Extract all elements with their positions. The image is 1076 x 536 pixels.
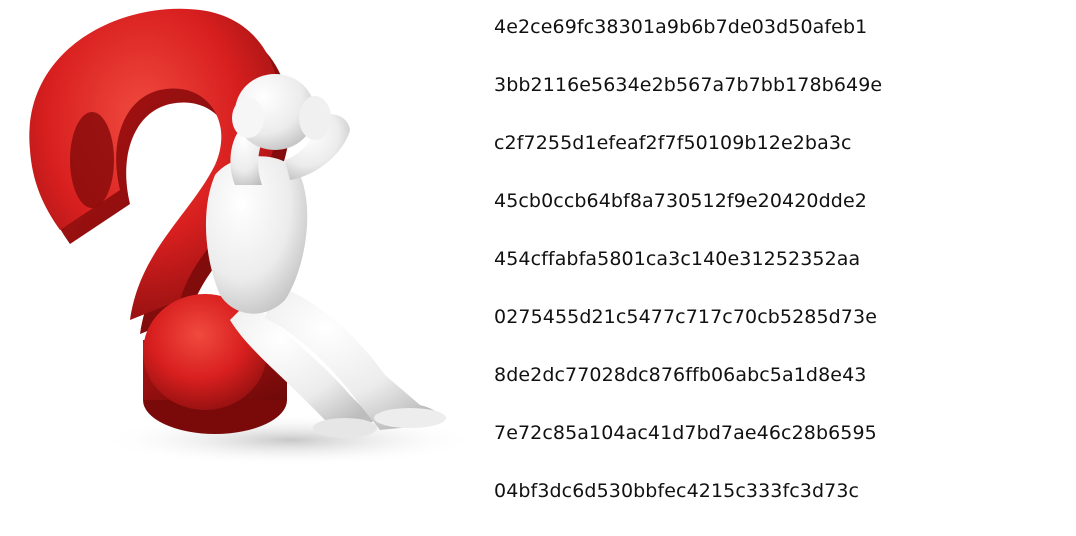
hash-line: 45cb0ccb64bf8a730512f9e20420dde2 (494, 190, 867, 212)
hash-line: 4e2ce69fc38301a9b6b7de03d50afeb1 (494, 16, 868, 38)
hash-line: 0275455d21c5477c717c70cb5285d73e (494, 306, 877, 328)
hash-line: 7e72c85a104ac41d7bd7ae46c28b6595 (494, 422, 877, 444)
question-mark-figure-icon (29, 8, 470, 466)
hash-line: c2f7255d1efeaf2f7f50109b12e2ba3c (494, 132, 852, 154)
hash-line: 454cffabfa5801ca3c140e31252352aa (494, 248, 861, 270)
hash-list: 4e2ce69fc38301a9b6b7de03d50afeb1 3bb2116… (494, 14, 882, 536)
hash-line: 3bb2116e5634e2b567a7b7bb178b649e (494, 74, 883, 96)
hash-line: 8de2dc77028dc876ffb06abc5a1d8e43 (494, 364, 867, 386)
hash-line: 04bf3dc6d530bbfec4215c333fc3d73c (494, 480, 860, 502)
